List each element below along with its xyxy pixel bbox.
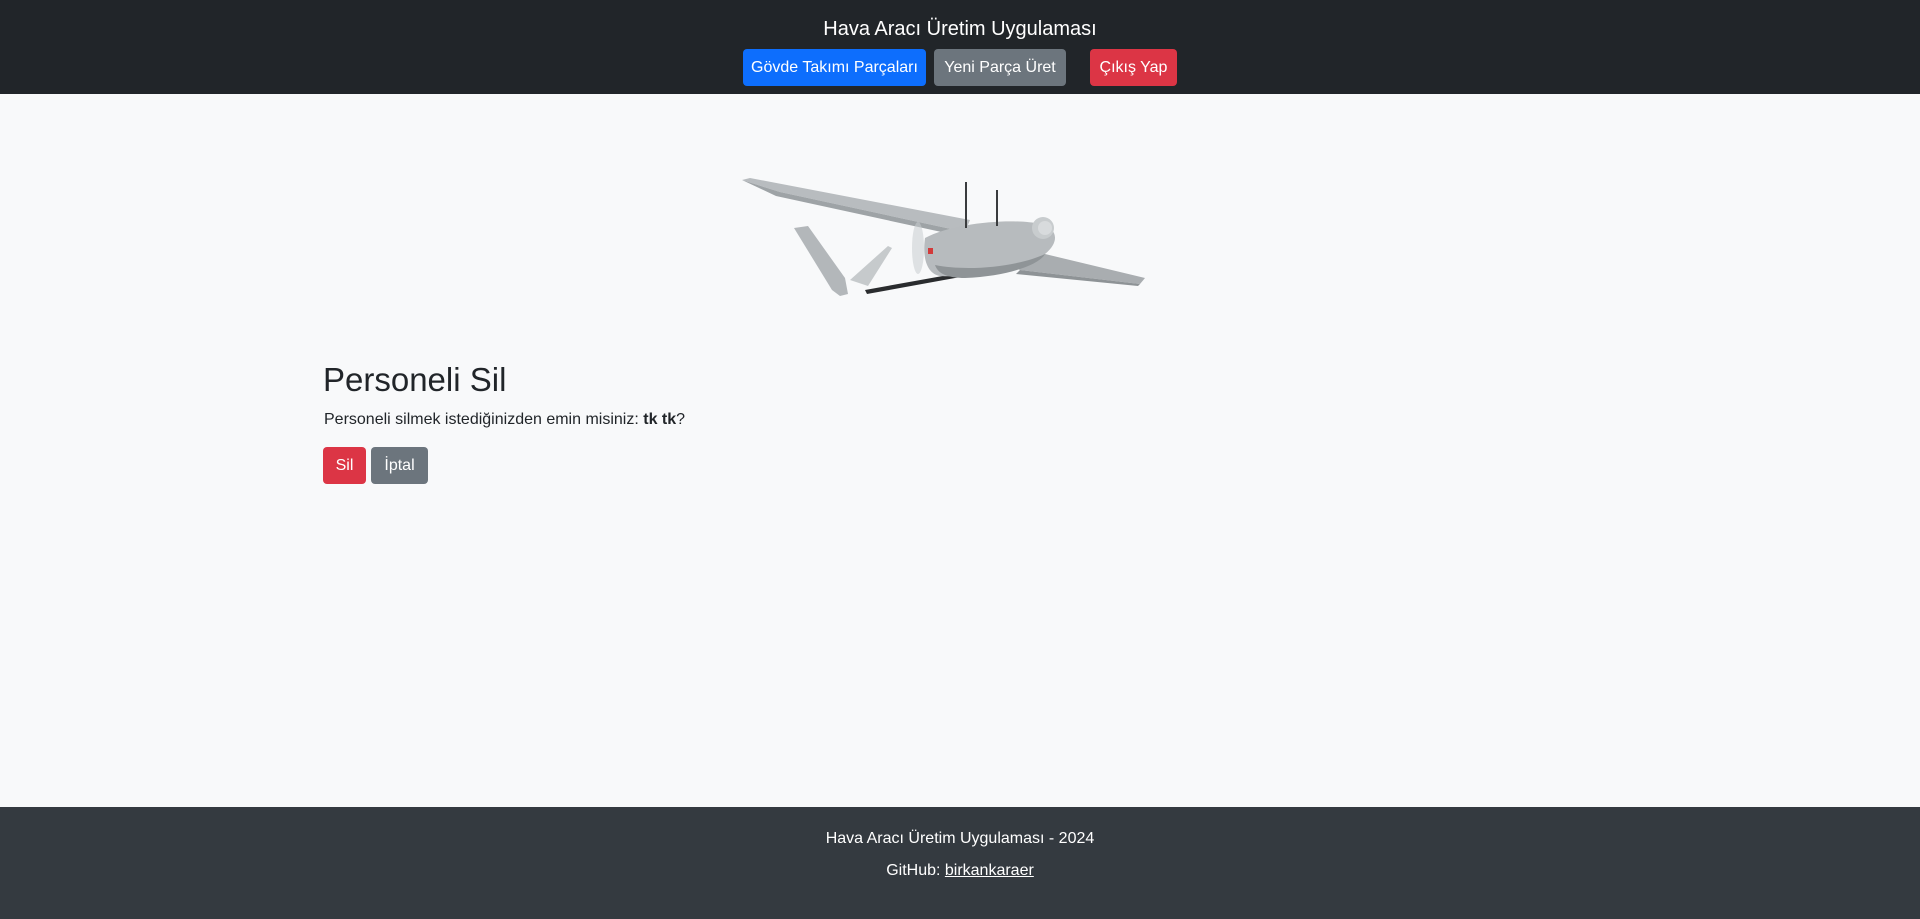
top-navbar: Hava Aracı Üretim Uygulaması Gövde Takım…	[0, 0, 1920, 94]
footer-copyright: Hava Aracı Üretim Uygulaması - 2024	[825, 830, 1095, 847]
github-prefix: GitHub:	[886, 862, 945, 879]
delete-button[interactable]: Sil	[323, 447, 366, 484]
person-name: tk tk	[643, 411, 677, 428]
drone-image	[740, 170, 1150, 305]
parts-nav-button[interactable]: Gövde Takımı Parçaları	[743, 49, 926, 86]
confirmation-message: Personeli silmek istediğinizden emin mis…	[324, 410, 685, 430]
page-title: Personeli Sil	[323, 361, 507, 398]
app-title: Hava Aracı Üretim Uygulaması	[823, 18, 1097, 40]
new-part-nav-button[interactable]: Yeni Parça Üret	[934, 49, 1066, 86]
github-link[interactable]: birkankaraer	[945, 862, 1034, 879]
logout-button[interactable]: Çıkış Yap	[1090, 49, 1177, 86]
confirmation-suffix: ?	[676, 411, 686, 428]
footer: Hava Aracı Üretim Uygulaması - 2024 GitH…	[0, 807, 1920, 919]
cancel-button[interactable]: İptal	[371, 447, 428, 484]
confirmation-prefix: Personeli silmek istediğinizden emin mis…	[324, 411, 644, 428]
footer-github: GitHub: birkankaraer	[0, 861, 1920, 881]
